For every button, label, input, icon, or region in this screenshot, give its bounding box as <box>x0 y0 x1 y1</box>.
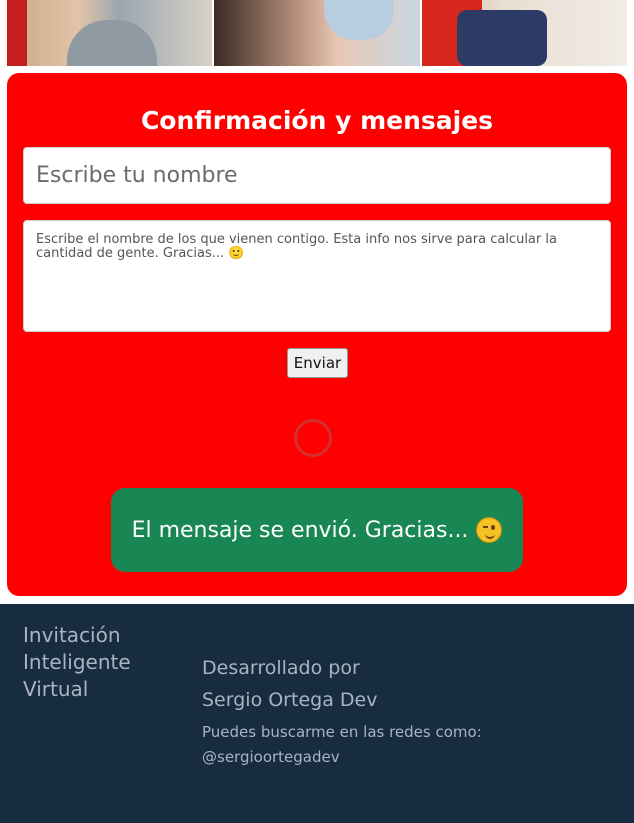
developer-name: Sergio Ortega Dev <box>202 689 378 711</box>
photo-children-red <box>421 0 627 66</box>
rsvp-title: Confirmación y mensajes <box>140 106 494 135</box>
guests-textarea[interactable] <box>23 220 611 332</box>
success-message: El mensaje se envió. Gracias... <box>131 517 469 543</box>
send-button[interactable]: Enviar <box>287 348 348 378</box>
footer-brand-line: Invitación <box>23 623 121 647</box>
success-alert: El mensaje se envió. Gracias... <box>111 488 523 572</box>
footer-brand: Invitación Inteligente Virtual <box>23 622 173 703</box>
social-handle: @sergioortegadev <box>202 748 340 766</box>
photo-mother-child <box>214 0 420 66</box>
loading-spinner-icon <box>294 419 332 457</box>
photo-child <box>7 0 213 66</box>
developed-by-label: Desarrollado por <box>202 657 360 679</box>
wink-emoji-icon <box>476 517 503 543</box>
footer: Invitación Inteligente Virtual Desarroll… <box>0 604 634 823</box>
footer-developer: Desarrollado por Sergio Ortega Dev Puede… <box>202 652 482 770</box>
footer-brand-line: Inteligente <box>23 650 131 674</box>
social-note: Puedes buscarme en las redes como: <box>202 723 482 741</box>
name-input[interactable] <box>23 147 611 204</box>
header-photo-strip <box>7 0 627 66</box>
footer-brand-line: Virtual <box>23 677 89 701</box>
